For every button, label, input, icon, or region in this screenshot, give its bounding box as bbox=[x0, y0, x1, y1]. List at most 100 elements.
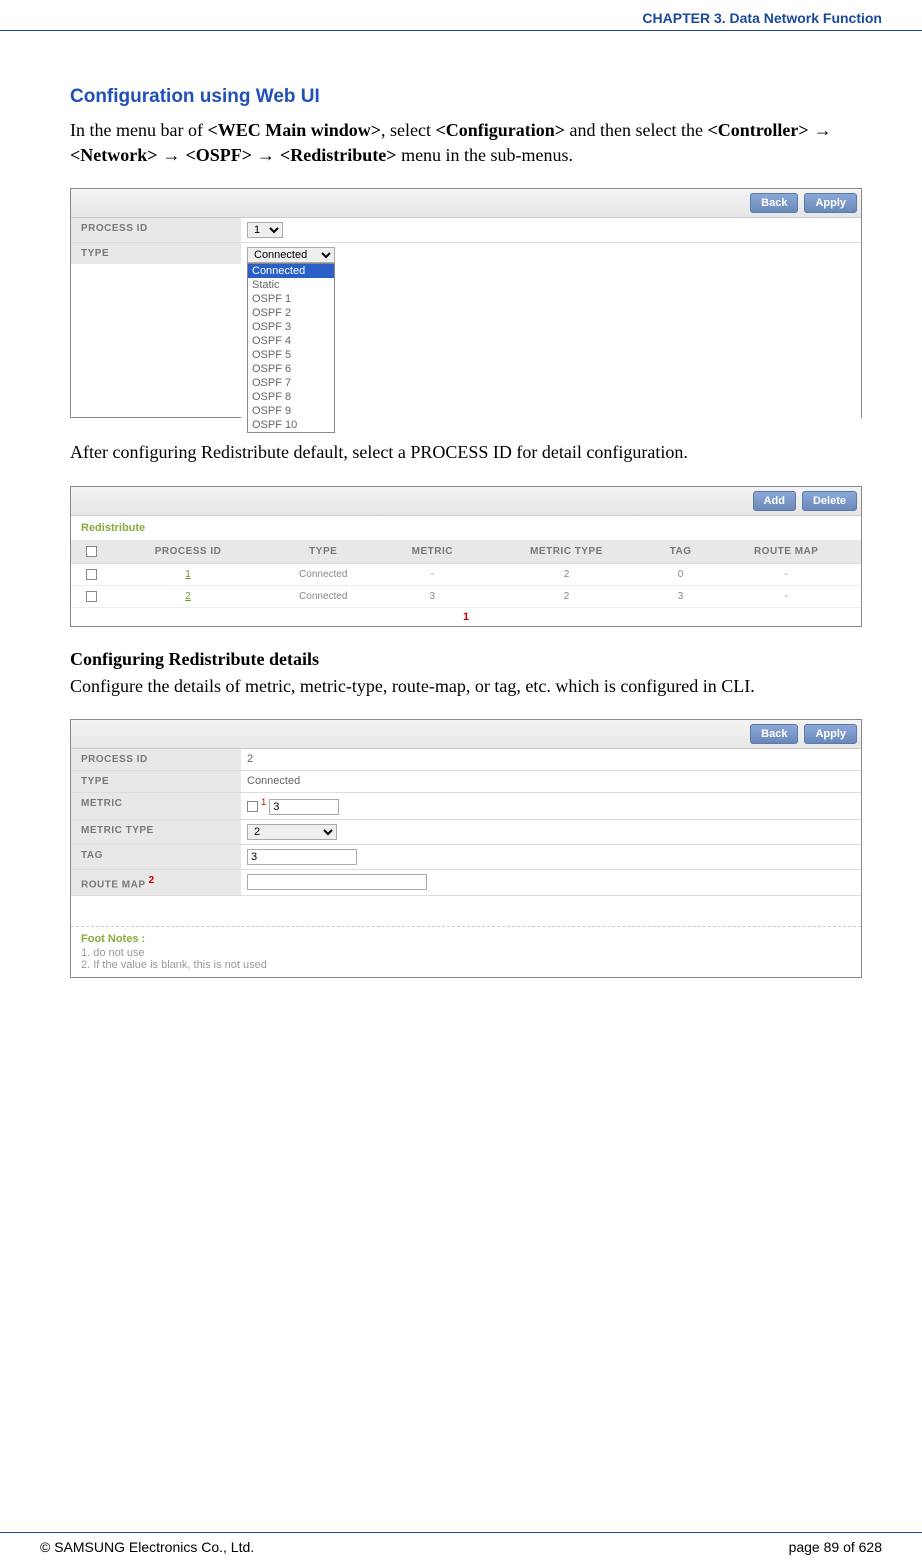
table-header-row: PROCESS ID TYPE METRIC METRIC TYPE TAG R… bbox=[71, 540, 861, 564]
value-metric-type: 2 bbox=[241, 820, 861, 844]
screenshot-redistribute-default: Back Apply PROCESS ID 1 TYPE Connected C… bbox=[70, 188, 862, 418]
value-metric: 1 bbox=[241, 793, 861, 819]
route-map-input[interactable] bbox=[247, 874, 427, 890]
redistribute-subtitle: Redistribute bbox=[71, 516, 861, 540]
value-process-id: 1 bbox=[241, 218, 861, 242]
value-type: Connected Connected Static OSPF 1 OSPF 2… bbox=[241, 243, 861, 437]
page-header: CHAPTER 3. Data Network Function bbox=[0, 0, 922, 31]
value-route-map bbox=[241, 870, 861, 895]
label-tag: TAG bbox=[71, 845, 241, 869]
type-dropdown[interactable]: Connected Connected Static OSPF 1 OSPF 2… bbox=[247, 247, 335, 433]
row-metric-type: METRIC TYPE 2 bbox=[71, 820, 861, 845]
copyright: © SAMSUNG Electronics Co., Ltd. bbox=[40, 1539, 254, 1555]
value-type: Connected bbox=[241, 771, 861, 792]
back-button[interactable]: Back bbox=[750, 724, 798, 744]
metric-input[interactable] bbox=[269, 799, 339, 815]
toolbar: Back Apply bbox=[71, 189, 861, 218]
process-id-select[interactable]: 1 bbox=[247, 222, 283, 238]
screenshot-redistribute-list: Add Delete Redistribute PROCESS ID TYPE … bbox=[70, 486, 862, 627]
label-metric-type: METRIC TYPE bbox=[71, 820, 241, 844]
cell-metric-type: 2 bbox=[483, 585, 650, 607]
label-metric: METRIC bbox=[71, 793, 241, 819]
sub-heading: Configuring Redistribute details bbox=[70, 649, 862, 670]
route-map-footnote-ref: 2 bbox=[149, 875, 155, 886]
cell-metric: 3 bbox=[381, 585, 483, 607]
table-page-indicator: 1 bbox=[71, 608, 861, 626]
screenshot-redistribute-details: Back Apply PROCESS ID 2 TYPE Connected M… bbox=[70, 719, 862, 978]
type-option[interactable]: OSPF 7 bbox=[248, 376, 334, 390]
add-button[interactable]: Add bbox=[753, 491, 796, 511]
col-process-id: PROCESS ID bbox=[111, 540, 265, 564]
cell-tag: 3 bbox=[650, 585, 712, 607]
metric-type-select[interactable]: 2 bbox=[247, 824, 337, 840]
footnote-1: 1. do not use bbox=[81, 947, 851, 959]
toolbar: Back Apply bbox=[71, 720, 861, 749]
row-route-map: ROUTE MAP 2 bbox=[71, 870, 861, 896]
type-option[interactable]: OSPF 2 bbox=[248, 306, 334, 320]
row-type: TYPE Connected Connected Static OSPF 1 O… bbox=[71, 243, 861, 437]
type-option[interactable]: OSPF 8 bbox=[248, 390, 334, 404]
page-content: Configuration using Web UI In the menu b… bbox=[0, 31, 922, 978]
type-option[interactable]: Static bbox=[248, 278, 334, 292]
row-checkbox[interactable] bbox=[86, 569, 97, 580]
details-paragraph: Configure the details of metric, metric-… bbox=[70, 674, 862, 699]
row-metric: METRIC 1 bbox=[71, 793, 861, 820]
intro-paragraph: In the menu bar of <WEC Main window>, se… bbox=[70, 118, 862, 168]
type-option[interactable]: OSPF 1 bbox=[248, 292, 334, 306]
row-type: TYPE Connected bbox=[71, 771, 861, 793]
table-row: 2 Connected 3 2 3 - bbox=[71, 585, 861, 607]
cell-type: Connected bbox=[265, 585, 381, 607]
col-metric-type: METRIC TYPE bbox=[483, 540, 650, 564]
row-process-id: PROCESS ID 2 bbox=[71, 749, 861, 771]
footnote-2: 2. If the value is blank, this is not us… bbox=[81, 959, 851, 971]
apply-button[interactable]: Apply bbox=[804, 193, 857, 213]
label-type: TYPE bbox=[71, 771, 241, 792]
col-tag: TAG bbox=[650, 540, 712, 564]
process-id-link[interactable]: 1 bbox=[185, 569, 191, 580]
type-option[interactable]: OSPF 10 bbox=[248, 418, 334, 432]
col-metric: METRIC bbox=[381, 540, 483, 564]
table-row: 1 Connected - 2 0 - bbox=[71, 563, 861, 585]
footnotes-section: Foot Notes : 1. do not use 2. If the val… bbox=[71, 926, 861, 977]
value-tag bbox=[241, 845, 861, 869]
col-type: TYPE bbox=[265, 540, 381, 564]
footnotes-title: Foot Notes : bbox=[81, 933, 851, 945]
label-route-map: ROUTE MAP 2 bbox=[71, 870, 241, 895]
para-after-default: After configuring Redistribute default, … bbox=[70, 440, 862, 465]
type-option[interactable]: OSPF 3 bbox=[248, 320, 334, 334]
cell-route-map: - bbox=[711, 563, 861, 585]
row-tag: TAG bbox=[71, 845, 861, 870]
select-all-checkbox[interactable] bbox=[86, 546, 97, 557]
chapter-title: CHAPTER 3. Data Network Function bbox=[642, 10, 882, 26]
cell-metric-type: 2 bbox=[483, 563, 650, 585]
cell-type: Connected bbox=[265, 563, 381, 585]
type-select-top[interactable]: Connected bbox=[247, 247, 335, 263]
type-option[interactable]: OSPF 6 bbox=[248, 362, 334, 376]
row-process-id: PROCESS ID 1 bbox=[71, 218, 861, 243]
cell-metric: - bbox=[381, 563, 483, 585]
metric-checkbox[interactable] bbox=[247, 801, 258, 812]
toolbar: Add Delete bbox=[71, 487, 861, 516]
label-type: TYPE bbox=[71, 243, 241, 264]
delete-button[interactable]: Delete bbox=[802, 491, 857, 511]
cell-tag: 0 bbox=[650, 563, 712, 585]
redistribute-table: PROCESS ID TYPE METRIC METRIC TYPE TAG R… bbox=[71, 540, 861, 608]
back-button[interactable]: Back bbox=[750, 193, 798, 213]
label-process-id: PROCESS ID bbox=[71, 749, 241, 770]
type-option[interactable]: OSPF 4 bbox=[248, 334, 334, 348]
type-option[interactable]: OSPF 5 bbox=[248, 348, 334, 362]
row-checkbox[interactable] bbox=[86, 591, 97, 602]
col-route-map: ROUTE MAP bbox=[711, 540, 861, 564]
tag-input[interactable] bbox=[247, 849, 357, 865]
cell-route-map: - bbox=[711, 585, 861, 607]
type-dropdown-list[interactable]: Connected Static OSPF 1 OSPF 2 OSPF 3 OS… bbox=[247, 263, 335, 433]
type-option[interactable]: Connected bbox=[248, 264, 334, 278]
apply-button[interactable]: Apply bbox=[804, 724, 857, 744]
type-option[interactable]: OSPF 9 bbox=[248, 404, 334, 418]
value-process-id: 2 bbox=[241, 749, 861, 770]
page-number: page 89 of 628 bbox=[789, 1539, 882, 1555]
label-process-id: PROCESS ID bbox=[71, 218, 241, 242]
page-footer: © SAMSUNG Electronics Co., Ltd. page 89 … bbox=[0, 1532, 922, 1555]
section-title: Configuration using Web UI bbox=[70, 86, 862, 108]
process-id-link[interactable]: 2 bbox=[185, 591, 191, 602]
